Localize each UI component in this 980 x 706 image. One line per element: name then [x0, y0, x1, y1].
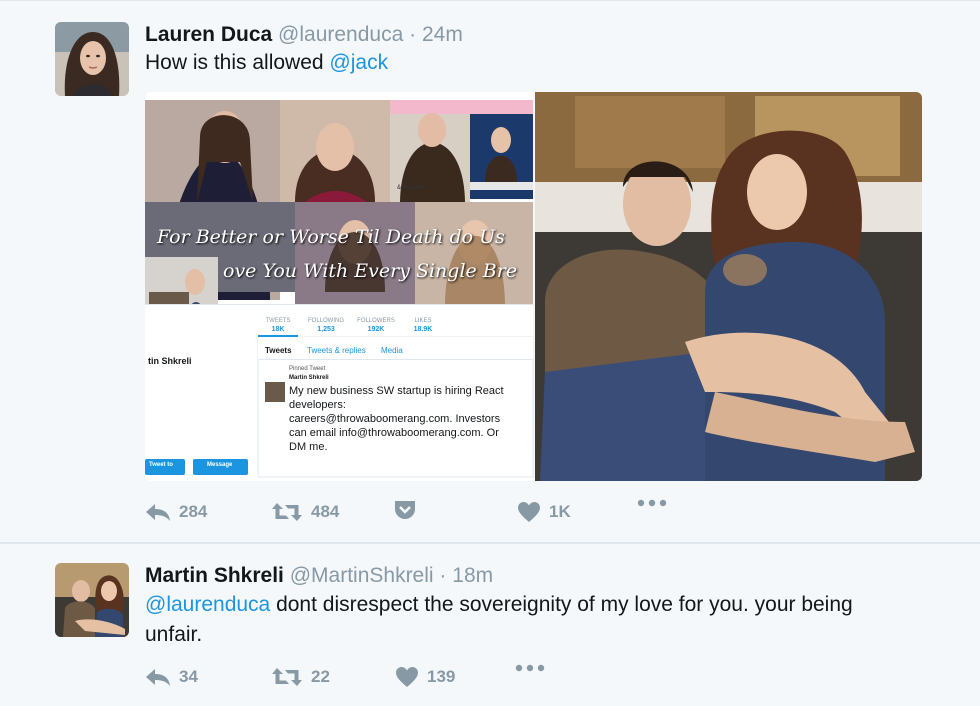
collage-overlay-line2: ove You With Every Single Bre	[223, 260, 518, 282]
profile-name: tin Shkreli	[148, 356, 192, 366]
tweet-martin-shkreli[interactable]: Martin Shkreli @MartinShkreli · 18m @lau…	[0, 542, 980, 706]
mention-link[interactable]: @jack	[329, 51, 388, 74]
retweet-icon	[272, 668, 302, 686]
tab-replies[interactable]: Tweets & replies	[307, 346, 366, 355]
retweet-button[interactable]: 22	[271, 664, 330, 690]
tweet-text-body: How is this allowed	[145, 51, 330, 74]
stat-label: FOLLOWING	[307, 318, 344, 324]
pinned-text: My new business SW startup is hiring Rea…	[289, 385, 504, 397]
reply-count: 34	[179, 667, 198, 686]
pinned-label: Pinned Tweet	[289, 366, 326, 372]
pinned-author: Martin Shkreli	[289, 375, 329, 381]
mention-link[interactable]: @laurenduca	[145, 593, 270, 616]
pinned-text: can email info@throwaboomerang.com. Or	[289, 427, 499, 439]
pinned-text: developers:	[289, 399, 346, 411]
stat-label: FOLLOWERS	[357, 318, 395, 324]
tab-tweets[interactable]: Tweets	[265, 346, 292, 355]
tab-media[interactable]: Media	[381, 346, 403, 355]
stat-label: TWEETS	[265, 318, 291, 324]
collage-overlay-line1: For Better or Worse Til Death do Us	[157, 226, 505, 248]
timestamp[interactable]: 24m	[422, 23, 463, 46]
avatar[interactable]	[55, 22, 129, 96]
reply-icon	[146, 504, 170, 521]
pinned-text: DM me.	[289, 441, 328, 453]
pocket-button[interactable]	[393, 499, 425, 521]
stat-value: 18.9K	[413, 326, 433, 333]
retweet-count: 484	[311, 502, 340, 521]
tweet-media[interactable]: For Better or Worse Til Death do Us ove …	[145, 92, 922, 481]
retweet-icon	[272, 503, 302, 521]
pinned-text: careers@throwaboomerang.com. Investors	[289, 413, 501, 425]
tweet-to-button[interactable]: Tweet to	[149, 462, 173, 468]
like-button[interactable]: 1K	[517, 499, 571, 525]
like-count: 139	[427, 667, 456, 686]
tweet-text: @laurenduca dont disrespect the sovereig…	[145, 590, 905, 650]
more-button[interactable]	[515, 664, 553, 672]
reply-button[interactable]: 284	[145, 499, 207, 525]
like-icon	[396, 667, 418, 687]
reply-button[interactable]: 34	[145, 664, 198, 690]
avatar[interactable]	[55, 563, 129, 637]
more-icon	[515, 664, 545, 672]
separator: ·	[409, 23, 417, 46]
tweet-lauren-duca[interactable]: Lauren Duca @laurenduca · 24m How is thi…	[0, 0, 980, 543]
media-image	[145, 92, 922, 481]
like-button[interactable]: 139	[395, 664, 455, 690]
display-name[interactable]: Martin Shkreli	[145, 564, 284, 587]
like-icon	[518, 502, 540, 522]
stat-label: LIKES	[414, 318, 432, 324]
retweet-button[interactable]: 484	[271, 499, 339, 525]
stat-value: 192K	[367, 326, 385, 333]
message-button[interactable]: Message	[207, 462, 232, 468]
more-icon	[637, 499, 667, 507]
more-button[interactable]	[637, 499, 675, 507]
display-name[interactable]: Lauren Duca	[145, 23, 272, 46]
username[interactable]: @laurenduca	[278, 23, 403, 46]
separator: ·	[439, 564, 447, 587]
reply-count: 284	[179, 502, 208, 521]
stat-value: 1,253	[317, 326, 335, 333]
reply-icon	[146, 669, 170, 686]
username[interactable]: @MartinShkreli	[290, 564, 434, 587]
reporter-label: & Reporter	[397, 185, 427, 191]
tweet-header: Martin Shkreli @MartinShkreli · 18m	[145, 564, 493, 588]
stat-value: 18K	[271, 326, 285, 333]
timestamp[interactable]: 18m	[452, 564, 493, 587]
tweet-header: Lauren Duca @laurenduca · 24m	[145, 23, 463, 47]
tweet-text: How is this allowed @jack	[145, 48, 388, 78]
retweet-count: 22	[311, 667, 330, 686]
like-count: 1K	[549, 502, 571, 521]
pocket-icon	[395, 501, 415, 519]
